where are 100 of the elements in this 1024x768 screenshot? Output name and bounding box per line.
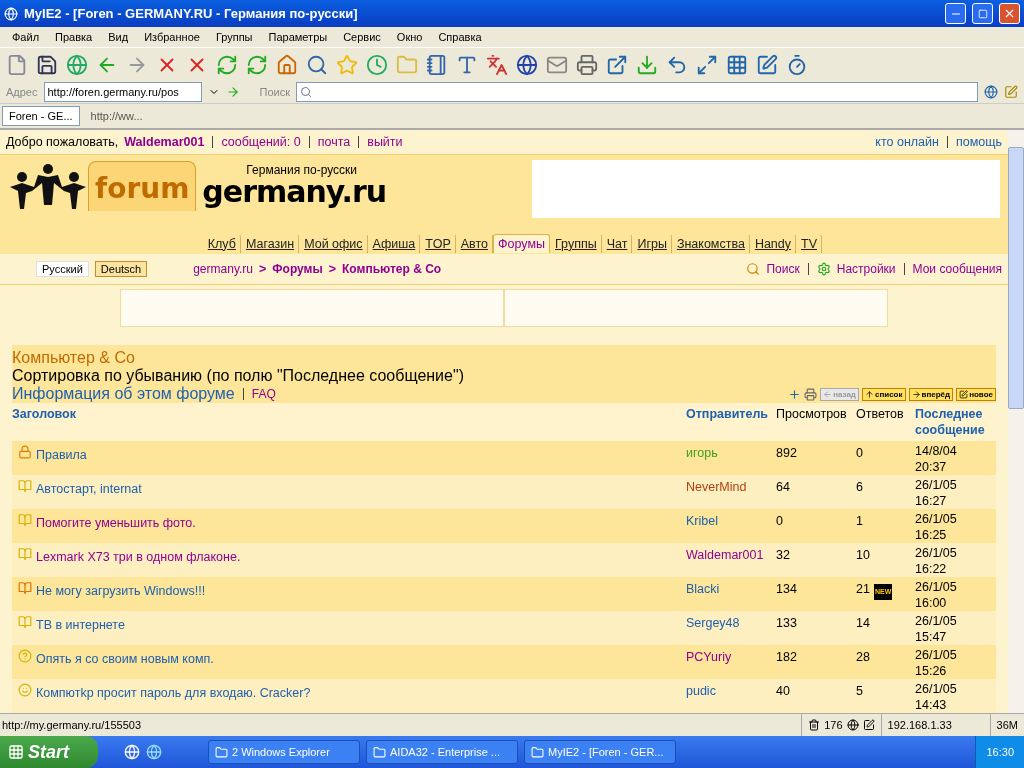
header-link[interactable]: кто онлайн: [875, 134, 939, 149]
user-link[interactable]: Waldemar001: [124, 134, 205, 149]
nav-tab[interactable]: TOP: [420, 233, 456, 253]
topic-link[interactable]: Не могу загрузить Windows!!!: [36, 583, 206, 599]
breadcrumb-link[interactable]: Компьютер & Co: [342, 262, 442, 277]
author-link[interactable]: Kribel: [686, 513, 718, 529]
taskbar-button[interactable]: AIDA32 - Enterprise ...: [366, 740, 518, 764]
topic-link[interactable]: Компютkр просит пароль для входаю. Cracker?: [36, 685, 311, 701]
topic-link[interactable]: Правила: [36, 447, 87, 463]
topic-link[interactable]: Автостарт, internat: [36, 481, 142, 497]
nav-tab[interactable]: TV: [796, 233, 822, 253]
nav-tab[interactable]: Игры: [632, 233, 672, 253]
menu-item[interactable]: Сервис: [335, 31, 389, 43]
last-post-date: 26/1/05: [915, 579, 957, 595]
column-header[interactable]: Последнее сообщение: [915, 403, 996, 441]
topic-link[interactable]: Lexmark X73 три в одном флаконе.: [36, 549, 241, 565]
menu-item[interactable]: Группы: [207, 31, 261, 43]
tool-link[interactable]: Настройки: [836, 262, 896, 277]
taskbar-button[interactable]: MyIE2 - [Foren - GER...: [524, 740, 676, 764]
column-header[interactable]: Отправитель: [686, 403, 776, 441]
breadcrumb-link[interactable]: Форумы: [272, 262, 323, 277]
close-icon: [1003, 7, 1016, 20]
header-link[interactable]: сообщений: 0: [221, 134, 301, 149]
plus-icon[interactable]: [788, 387, 802, 401]
replies-count: 0: [856, 445, 863, 461]
tool-link[interactable]: Поиск: [766, 262, 800, 277]
browser-tab[interactable]: Foren - GE...: [2, 106, 80, 126]
scrollbar[interactable]: [1008, 130, 1024, 713]
printer-icon[interactable]: [804, 387, 818, 401]
address-field[interactable]: http://foren.germany.ru/pos: [43, 82, 202, 102]
globe-icon: [846, 719, 859, 731]
action-button[interactable]: список: [861, 387, 906, 401]
nav-tab[interactable]: Афиша: [367, 233, 421, 253]
star-icon: [336, 53, 358, 76]
close-button[interactable]: [999, 3, 1020, 24]
edit-icon[interactable]: [1004, 85, 1018, 99]
forum-info-link[interactable]: Информация об этом форуме: [12, 385, 235, 403]
action-button[interactable]: новое: [956, 387, 996, 401]
globe-icon[interactable]: [984, 85, 998, 99]
header-link[interactable]: помощь: [955, 134, 1002, 149]
last-post-time: 16:25: [915, 527, 947, 543]
minimize-button[interactable]: [945, 3, 966, 24]
welcome-text: Добро пожаловать,: [6, 134, 119, 149]
save-icon: [36, 53, 58, 76]
menu-item[interactable]: Справка: [430, 31, 490, 43]
language-button[interactable]: Deutsch: [94, 261, 148, 278]
replies-count: 5: [856, 683, 863, 699]
go-icon[interactable]: [225, 85, 240, 99]
views-count: 134: [776, 581, 797, 597]
column-header[interactable]: Заголовок: [12, 403, 686, 441]
replies-count: 1: [856, 513, 863, 529]
topic-link[interactable]: Опять я со своим новым комп.: [36, 651, 214, 667]
nav-tab[interactable]: Знакомства: [671, 233, 750, 253]
author-link[interactable]: pudic: [686, 683, 716, 699]
nav-tab[interactable]: Мой офис: [299, 233, 368, 253]
nav-tab[interactable]: Магазин: [240, 233, 300, 253]
menu-item[interactable]: Окно: [388, 31, 431, 43]
topic-link[interactable]: Помогите уменьшить фото.: [36, 515, 196, 531]
views-count: 0: [776, 513, 783, 529]
nav-tab[interactable]: Группы: [550, 233, 602, 253]
timer-icon: [786, 53, 808, 76]
restore-button[interactable]: [972, 3, 993, 24]
column-header: Ответов: [856, 403, 915, 441]
menu-item[interactable]: Параметры: [260, 31, 336, 43]
browser-tab[interactable]: http://ww...: [83, 106, 150, 126]
breadcrumb-link[interactable]: germany.ru: [193, 262, 253, 277]
nav-tab[interactable]: Клуб: [202, 233, 241, 253]
search-field[interactable]: [296, 82, 978, 102]
taskbar-button[interactable]: 2 Windows Explorer: [208, 740, 360, 764]
faq-link[interactable]: FAQ: [251, 387, 276, 401]
language-button[interactable]: Русский: [36, 261, 89, 278]
nav-tab[interactable]: Форумы: [493, 233, 550, 253]
logo-tagline: Германия по-русски: [246, 162, 358, 177]
menu-item[interactable]: Файл: [4, 31, 48, 43]
address-label: Адрес: [6, 86, 38, 98]
column-header: Просмотров: [776, 403, 856, 441]
views-count: 40: [776, 683, 790, 699]
author-link[interactable]: Blacki: [686, 581, 720, 597]
nav-tab[interactable]: Чат: [601, 233, 633, 253]
breadcrumb-separator: >: [328, 262, 336, 277]
header-link[interactable]: выйти: [367, 134, 403, 149]
menu-item[interactable]: Вид: [100, 31, 137, 43]
menu-item[interactable]: Правка: [47, 31, 101, 43]
printer-icon: [576, 53, 598, 76]
author-link[interactable]: PCYuriy: [686, 649, 732, 665]
trash-icon: [808, 719, 821, 731]
replies-count: 10: [856, 547, 870, 563]
action-button[interactable]: вперёд: [908, 387, 954, 401]
topic-link[interactable]: ТВ в интернете: [36, 617, 125, 633]
header-link[interactable]: почта: [317, 134, 351, 149]
menu-item[interactable]: Избранное: [136, 31, 208, 43]
refresh-all-icon: [246, 53, 268, 76]
views-count: 64: [776, 479, 790, 495]
nav-tab[interactable]: Handy: [749, 233, 796, 253]
tool-link[interactable]: Мои сообщения: [912, 262, 1002, 277]
start-button[interactable]: Start: [0, 736, 98, 768]
quick-launch-icon[interactable]: [124, 744, 140, 760]
refresh-icon: [216, 53, 238, 76]
replies-count: 21: [856, 581, 870, 597]
search-icon: [306, 53, 328, 76]
